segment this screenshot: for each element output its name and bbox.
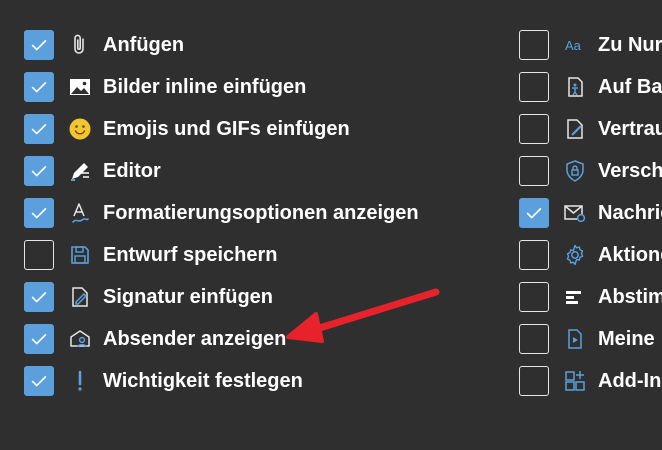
checkbox-absender-anzeigen[interactable] xyxy=(24,324,54,354)
option-row-emojis-und-gifs-einfuegen[interactable]: Emojis und GIFs einfügen xyxy=(24,108,419,150)
option-row-editor[interactable]: Editor xyxy=(24,150,419,192)
option-row-zu-nur[interactable]: Aa Zu Nur xyxy=(519,24,662,66)
option-row-signatur-einfuegen[interactable]: Signatur einfügen xyxy=(24,276,419,318)
checkbox-abstim[interactable] xyxy=(519,282,549,312)
text-aa-icon: Aa xyxy=(561,31,589,59)
checkbox-meine[interactable] xyxy=(519,324,549,354)
option-row-add-in[interactable]: Add-In xyxy=(519,360,662,402)
option-label: Anfügen xyxy=(103,33,185,56)
checkbox-wichtigkeit-festlegen[interactable] xyxy=(24,366,54,396)
option-row-aktione[interactable]: Aktione xyxy=(519,234,662,276)
image-icon xyxy=(66,73,94,101)
checkbox-aktione[interactable] xyxy=(519,240,549,270)
option-label: Auf Bar xyxy=(598,75,662,98)
gear-icon xyxy=(561,241,589,269)
option-row-meine[interactable]: Meine xyxy=(519,318,662,360)
option-label: Editor xyxy=(103,159,161,182)
option-label: Nachric xyxy=(598,201,662,224)
option-label: Verschl xyxy=(598,159,662,182)
option-label: Abstim xyxy=(598,285,662,308)
option-row-bilder-inline-einfuegen[interactable]: Bilder inline einfügen xyxy=(24,66,419,108)
right-options-column: Aa Zu Nur Auf Bar Vertrau Verschl Nachric Akti… xyxy=(519,24,662,402)
option-label: Aktione xyxy=(598,243,662,266)
checkbox-zu-nur[interactable] xyxy=(519,30,549,60)
toolbar-customize-panel: Anfügen Bilder inline einfügen Emojis und … xyxy=(0,0,662,450)
checkbox-anfuegen[interactable] xyxy=(24,30,54,60)
option-row-formatierungsoptionen-anzeigen[interactable]: Formatierungsoptionen anzeigen xyxy=(24,192,419,234)
emoji-icon xyxy=(66,115,94,143)
option-label: Formatierungsoptionen anzeigen xyxy=(103,201,419,224)
svg-text:Aa: Aa xyxy=(565,38,582,53)
encrypt-shield-icon xyxy=(561,157,589,185)
editor-pen-icon xyxy=(66,157,94,185)
option-label: Signatur einfügen xyxy=(103,285,273,308)
save-icon xyxy=(66,241,94,269)
option-label: Meine xyxy=(598,327,655,350)
message-options-icon xyxy=(561,199,589,227)
option-label: Absender anzeigen xyxy=(103,327,287,350)
my-templates-icon xyxy=(561,325,589,353)
option-label: Add-In xyxy=(598,369,662,392)
option-label: Zu Nur xyxy=(598,33,662,56)
checkbox-emojis-und-gifs-einfuegen[interactable] xyxy=(24,114,54,144)
checkbox-formatierungsoptionen-anzeigen[interactable] xyxy=(24,198,54,228)
option-row-verschl[interactable]: Verschl xyxy=(519,150,662,192)
option-row-absender-anzeigen[interactable]: Absender anzeigen xyxy=(24,318,419,360)
checkbox-auf-bar[interactable] xyxy=(519,72,549,102)
checkbox-signatur-einfuegen[interactable] xyxy=(24,282,54,312)
option-label: Wichtigkeit festlegen xyxy=(103,369,303,392)
option-label: Entwurf speichern xyxy=(103,243,278,266)
importance-icon xyxy=(66,367,94,395)
sensitivity-icon xyxy=(561,115,589,143)
option-label: Emojis und GIFs einfügen xyxy=(103,117,350,140)
option-row-entwurf-speichern[interactable]: Entwurf speichern xyxy=(24,234,419,276)
accessibility-check-icon xyxy=(561,73,589,101)
sender-icon xyxy=(66,325,94,353)
signature-icon xyxy=(66,283,94,311)
checkbox-vertrau[interactable] xyxy=(519,114,549,144)
checkbox-verschl[interactable] xyxy=(519,156,549,186)
add-ins-grid-icon xyxy=(561,367,589,395)
paperclip-icon xyxy=(66,31,94,59)
checkbox-add-in[interactable] xyxy=(519,366,549,396)
option-label: Bilder inline einfügen xyxy=(103,75,307,98)
poll-icon xyxy=(561,283,589,311)
checkbox-bilder-inline-einfuegen[interactable] xyxy=(24,72,54,102)
option-row-anfuegen[interactable]: Anfügen xyxy=(24,24,419,66)
option-row-abstim[interactable]: Abstim xyxy=(519,276,662,318)
format-text-icon xyxy=(66,199,94,227)
option-label: Vertrau xyxy=(598,117,662,140)
option-row-auf-bar[interactable]: Auf Bar xyxy=(519,66,662,108)
checkbox-editor[interactable] xyxy=(24,156,54,186)
checkbox-entwurf-speichern[interactable] xyxy=(24,240,54,270)
option-row-vertrau[interactable]: Vertrau xyxy=(519,108,662,150)
checkbox-nachric[interactable] xyxy=(519,198,549,228)
option-row-wichtigkeit-festlegen[interactable]: Wichtigkeit festlegen xyxy=(24,360,419,402)
left-options-column: Anfügen Bilder inline einfügen Emojis und … xyxy=(24,24,419,402)
option-row-nachric[interactable]: Nachric xyxy=(519,192,662,234)
